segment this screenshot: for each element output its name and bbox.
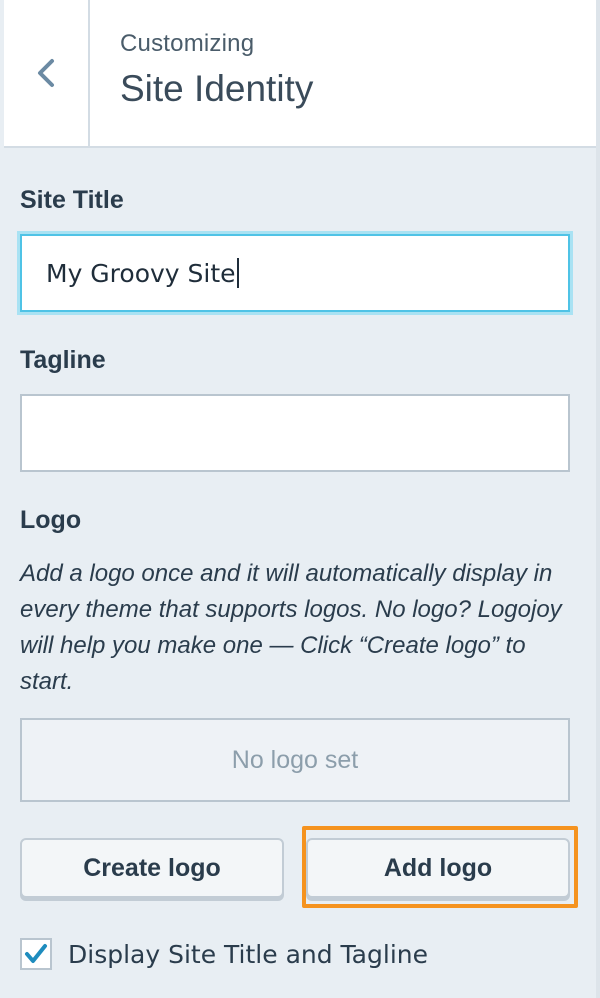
site-title-value: My Groovy Site (46, 258, 236, 288)
panel-right-edge (596, 0, 600, 998)
panel-left-edge (0, 0, 4, 998)
create-logo-button[interactable]: Create logo (20, 838, 284, 898)
logo-label: Logo (20, 506, 82, 534)
logo-placeholder: No logo set (20, 718, 570, 802)
display-title-tagline-checkbox[interactable] (20, 938, 52, 970)
site-title-label: Site Title (20, 186, 124, 214)
header-text: Customizing Site Identity (120, 30, 313, 110)
text-caret (236, 258, 239, 288)
chevron-left-icon (38, 59, 54, 87)
site-title-input[interactable]: My Groovy Site (20, 234, 570, 312)
header-subtitle: Customizing (120, 30, 255, 57)
no-logo-text: No logo set (231, 745, 359, 774)
checkmark-icon (25, 944, 47, 963)
back-button[interactable] (4, 0, 90, 146)
logo-description: Add a logo once and it will automaticall… (20, 560, 562, 695)
add-logo-button[interactable]: Add logo (306, 838, 570, 898)
page-title: Site Identity (120, 68, 314, 109)
tagline-input[interactable] (20, 394, 570, 472)
tagline-label: Tagline (20, 346, 106, 374)
display-title-tagline-label[interactable]: Display Site Title and Tagline (68, 940, 428, 969)
customizer-header: Customizing Site Identity (4, 0, 596, 148)
